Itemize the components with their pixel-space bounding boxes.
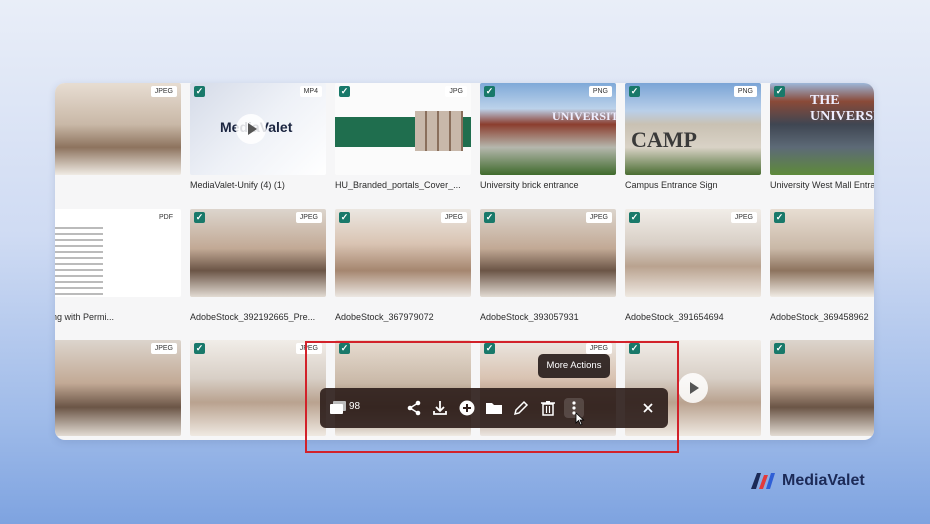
asset-caption[interactable]: ping with Permi... <box>55 312 185 322</box>
close-icon <box>643 403 653 413</box>
file-type-badge: JPEG <box>295 212 322 223</box>
selected-checkbox[interactable]: ✓ <box>339 86 350 97</box>
brand-logo: MediaValet <box>750 470 865 492</box>
asset-tile[interactable]: JPEG <box>55 340 181 436</box>
sign-text: THE UNIVERSIT <box>810 93 874 124</box>
sign-text: CAMP <box>631 127 697 152</box>
play-icon <box>236 114 267 144</box>
edit-button[interactable] <box>511 398 531 418</box>
asset-tile[interactable]: ✓ JPG <box>335 83 471 175</box>
selected-checkbox[interactable]: ✓ <box>774 343 785 354</box>
file-type-badge: PNG <box>588 86 612 97</box>
share-icon <box>407 400 421 416</box>
asset-tile[interactable]: MediaValet✓MP4 <box>190 83 326 175</box>
stacked-images-icon <box>330 401 346 414</box>
asset-tile[interactable]: ✓ JPEG <box>625 209 761 297</box>
asset-thumbnail <box>770 209 874 297</box>
selected-checkbox[interactable]: ✓ <box>774 212 785 223</box>
asset-tile[interactable]: THE UNIVERSIT✓PNG <box>770 83 874 175</box>
asset-caption[interactable]: University West Mall Entrance <box>770 180 874 190</box>
folder-icon <box>486 403 502 414</box>
asset-tile[interactable]: UNIVERSITY ✓ PNG <box>480 83 616 175</box>
asset-tile[interactable]: JPEG <box>55 83 181 175</box>
pencil-icon <box>513 400 529 416</box>
selected-count: 98 <box>349 401 361 412</box>
file-type-badge: MP4 <box>299 86 322 97</box>
selected-checkbox[interactable]: ✓ <box>629 86 640 97</box>
close-selection-button[interactable] <box>638 398 658 418</box>
file-type-badge: JPEG <box>150 86 177 97</box>
file-type-badge: JPG <box>445 86 467 97</box>
brand-name: MediaValet <box>782 472 865 489</box>
asset-caption[interactable]: AdobeStock_391654694 <box>625 312 765 322</box>
asset-thumbnail <box>55 340 181 436</box>
download-icon <box>433 401 447 415</box>
selected-checkbox[interactable]: ✓ <box>629 212 640 223</box>
more-actions-tooltip: More Actions <box>538 354 610 378</box>
delete-button[interactable] <box>538 398 558 418</box>
asset-tile[interactable]: ✓ <box>770 340 874 436</box>
file-type-badge: JPEG <box>730 212 757 223</box>
move-to-folder-button[interactable] <box>484 398 504 418</box>
selected-checkbox[interactable]: ✓ <box>774 86 785 97</box>
bulk-action-bar: 98 <box>320 388 668 428</box>
asset-caption[interactable]: AdobeStock_393057931 <box>480 312 620 322</box>
download-button[interactable] <box>430 398 450 418</box>
asset-thumbnail <box>770 340 874 436</box>
asset-caption[interactable]: AdobeStock_392192665_Pre... <box>190 312 330 322</box>
trash-icon <box>541 401 555 416</box>
asset-caption[interactable]: AdobeStock_369458962 <box>770 312 874 322</box>
play-icon <box>678 373 708 403</box>
file-type-badge: JPEG <box>150 343 177 354</box>
asset-tile[interactable]: ✓ JPEG <box>190 209 326 297</box>
asset-tile[interactable]: ✓JPEG <box>770 209 874 297</box>
selected-checkbox[interactable]: ✓ <box>484 86 495 97</box>
add-button[interactable] <box>457 398 477 418</box>
asset-tile[interactable]: CAMP ✓ PNG <box>625 83 761 175</box>
asset-caption[interactable]: MediaValet-Unify (4) (1) <box>190 180 330 190</box>
asset-tile[interactable]: ✓ JPEG <box>335 209 471 297</box>
share-button[interactable] <box>404 398 424 418</box>
file-type-badge: PNG <box>733 86 757 97</box>
selected-checkbox[interactable]: ✓ <box>194 343 205 354</box>
asset-caption[interactable]: University brick entrance <box>480 180 620 190</box>
selected-checkbox[interactable]: ✓ <box>194 212 205 223</box>
add-circle-icon <box>459 400 475 416</box>
asset-caption[interactable]: AdobeStock_367979072 <box>335 312 475 322</box>
asset-tile[interactable]: PDF <box>55 209 181 297</box>
sign-text: UNIVERSITY <box>552 109 616 123</box>
selected-checkbox[interactable]: ✓ <box>339 212 350 223</box>
file-type-badge: JPEG <box>440 212 467 223</box>
file-type-badge: JPEG <box>585 212 612 223</box>
file-type-badge: PDF <box>155 212 177 223</box>
selected-checkbox[interactable]: ✓ <box>194 86 205 97</box>
asset-caption[interactable]: HU_Branded_portals_Cover_... <box>335 180 475 190</box>
asset-caption[interactable]: Campus Entrance Sign <box>625 180 765 190</box>
asset-tile[interactable]: ✓ JPEG <box>480 209 616 297</box>
mediavalet-logo-icon <box>751 473 775 489</box>
mouse-pointer-icon <box>575 412 585 426</box>
selected-checkbox[interactable]: ✓ <box>484 212 495 223</box>
